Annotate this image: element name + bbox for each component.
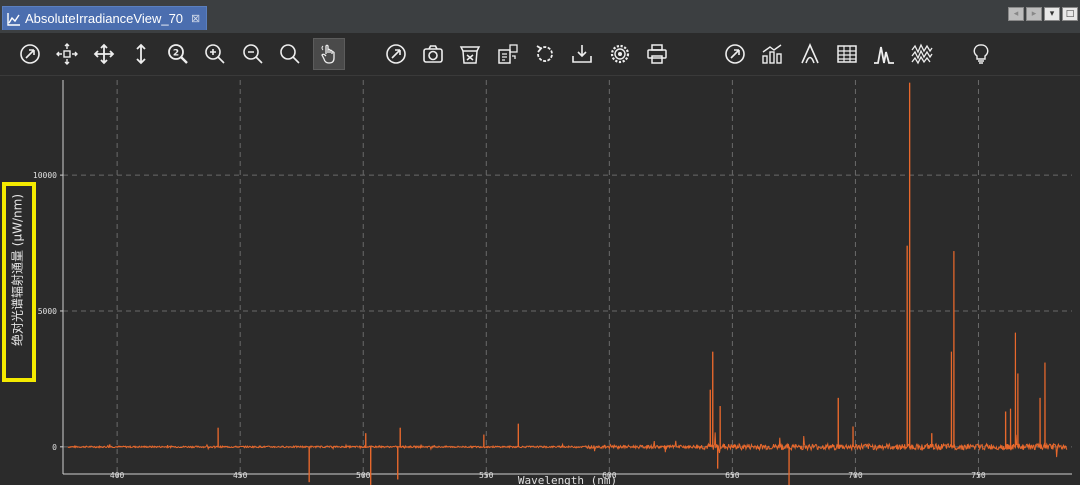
hand-pointer-icon[interactable] [313,38,345,70]
tab-scroll-right-button[interactable]: ▸ [1026,7,1042,21]
move-icon[interactable] [88,38,120,70]
x-tick-label: 550 [479,471,494,480]
window-controls: ◂ ▸ ▾ □ [1008,7,1078,21]
print-icon[interactable] [641,38,673,70]
x-tick-label: 650 [725,471,740,480]
svg-text:2: 2 [173,49,179,59]
y-tick-label: 5000 [38,307,57,316]
x-tick-label: 700 [848,471,863,480]
y-axis-label: 绝对光谱辐射通量 (μW/nm) [10,193,25,347]
export-data-icon[interactable] [492,38,524,70]
clear-basket-icon[interactable] [454,38,486,70]
spectrum-chart[interactable]: 400 450 500 550 600 650 700 7500500010000Wavele… [0,76,1080,485]
tab-scroll-left-button[interactable]: ◂ [1008,7,1024,21]
zoom-in-icon[interactable] [199,38,231,70]
y-tick-label: 0 [52,443,57,452]
pan-all-directions-icon[interactable] [51,38,83,70]
chart-tab-icon [7,12,21,26]
zoom-fit-icon[interactable] [274,38,306,70]
minimize-button[interactable]: ▾ [1044,7,1060,21]
reset-view-icon[interactable] [14,38,46,70]
tab-close-icon[interactable]: ⊠ [191,12,200,25]
x-tick-label: 400 [110,471,125,480]
x-tick-label: 750 [971,471,986,480]
plot-area[interactable]: 400 450 500 550 600 650 700 750 0 5000 10000 Wavele… [0,76,1080,485]
reset-view-3-icon[interactable] [719,38,751,70]
tab-title: AbsoluteIrradianceView_70 [25,11,184,26]
zoom-out-icon[interactable] [237,38,269,70]
settings-gear-icon[interactable] [604,38,636,70]
x-tick-label: 450 [233,471,248,480]
spectrum-line [67,82,1068,485]
maximize-button[interactable]: □ [1062,7,1078,21]
x-axis-label: Wavelength (nm) [518,474,617,485]
table-icon[interactable] [831,38,863,70]
peak-icon[interactable] [794,38,826,70]
zoom-2x-icon[interactable]: 2 [162,38,194,70]
bar-chart-icon[interactable] [756,38,788,70]
refresh-icon[interactable] [529,38,561,70]
reset-view-2-icon[interactable] [380,38,412,70]
tab-absolute-irradiance-view[interactable]: AbsoluteIrradianceView_70 ⊠ [2,6,208,30]
y-tick-label: 10000 [33,171,57,180]
lightbulb-icon[interactable] [965,38,997,70]
vertical-resize-icon[interactable] [125,38,157,70]
x-tick-label: 500 [356,471,371,480]
wave-pattern-icon[interactable] [906,38,938,70]
spectrum-peaks-icon[interactable] [868,38,900,70]
download-tray-icon[interactable] [566,38,598,70]
camera-icon[interactable] [417,38,449,70]
title-bar: AbsoluteIrradianceView_70 ⊠ ◂ ▸ ▾ □ [0,0,1080,34]
toolbar: 2 [0,33,1080,76]
